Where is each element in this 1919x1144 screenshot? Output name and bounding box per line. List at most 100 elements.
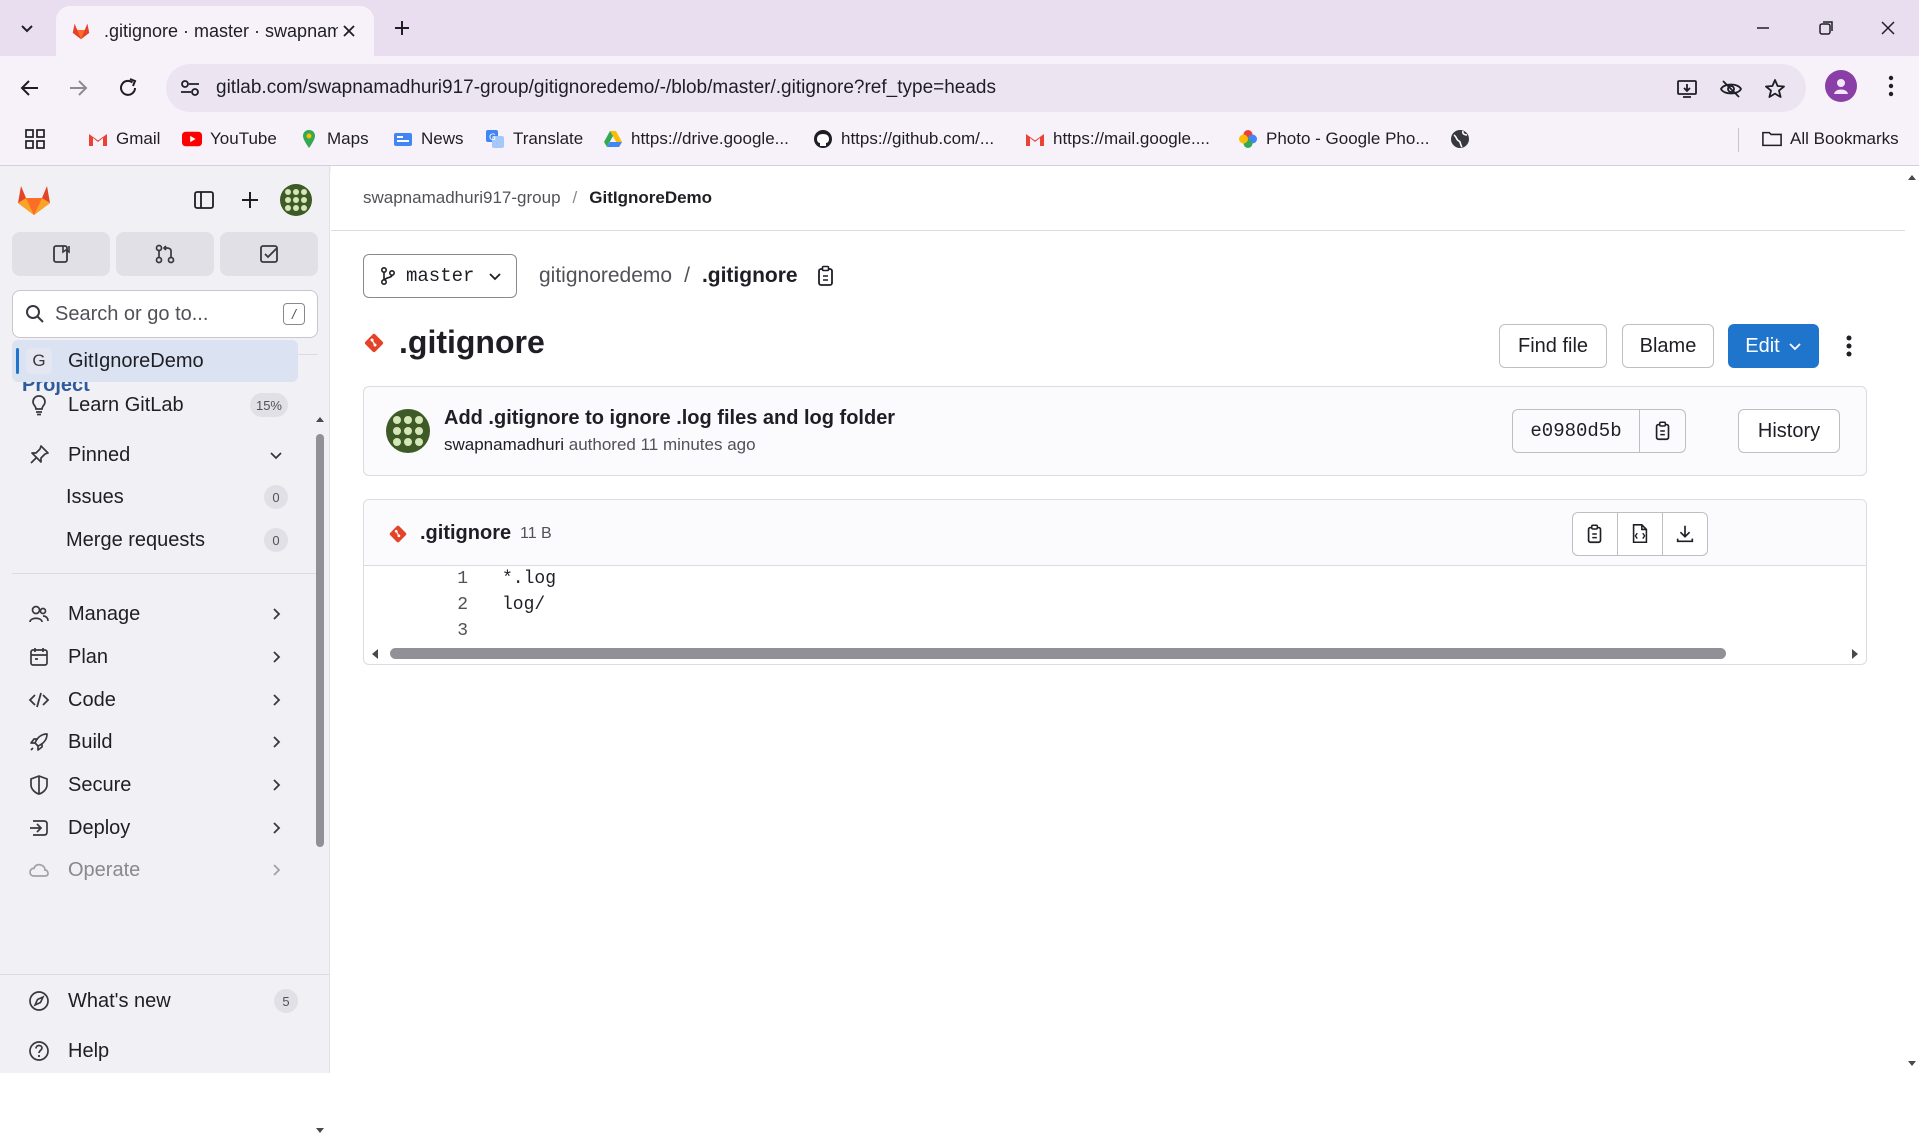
bookmark-mail[interactable]: https://mail.google.... <box>1025 126 1210 152</box>
bookmark-github[interactable]: https://github.com/... <box>813 126 994 152</box>
all-bookmarks[interactable]: All Bookmarks <box>1762 126 1899 152</box>
open-raw-icon[interactable] <box>1617 512 1663 556</box>
project-letter-avatar: G <box>26 348 52 374</box>
sidebar-item-learn-gitlab[interactable]: Learn GitLab 15% <box>12 384 298 426</box>
user-avatar[interactable] <box>280 184 312 216</box>
bookmark-photos[interactable]: Photo - Google Pho... <box>1238 126 1430 152</box>
breadcrumb-separator: / <box>572 188 578 207</box>
bookmark-translate[interactable]: G Translate <box>485 126 583 152</box>
assigned-issues-button[interactable] <box>12 232 110 276</box>
scroll-right-arrow-icon[interactable] <box>1850 648 1860 660</box>
sidebar-search[interactable]: Search or go to... / <box>12 290 318 338</box>
blob-file-size: 11 B <box>520 525 552 542</box>
find-file-button[interactable]: Find file <box>1499 324 1607 368</box>
breadcrumb-group[interactable]: swapnamadhuri917-group <box>363 188 561 208</box>
last-commit-panel: Add .gitignore to ignore .log files and … <box>363 386 1867 476</box>
bookmark-star-icon[interactable] <box>1762 76 1788 102</box>
main-content: swapnamadhuri917-group / GitIgnoreDemo m… <box>331 166 1907 1073</box>
sidebar-scrollbar[interactable] <box>314 414 326 1144</box>
site-settings-icon[interactable] <box>178 76 202 100</box>
install-app-icon[interactable] <box>1674 76 1700 102</box>
sidebar-item-plan[interactable]: Plan <box>12 636 298 678</box>
gitlab-logo-icon[interactable] <box>16 182 52 216</box>
copy-sha-icon[interactable] <box>1640 409 1686 453</box>
sidebar-item-pinned[interactable]: Pinned <box>12 434 298 476</box>
commit-author-avatar[interactable] <box>386 409 430 453</box>
sidebar-item-build[interactable]: Build <box>12 721 298 763</box>
sidebar-item-operate[interactable]: Operate <box>12 849 298 891</box>
commit-meta: swapnamadhuri authored 11 minutes ago <box>444 435 756 455</box>
users-icon <box>26 601 52 627</box>
more-actions-icon[interactable] <box>1835 324 1863 368</box>
code-scroll-thumb[interactable] <box>390 648 1726 659</box>
copy-contents-icon[interactable] <box>1572 512 1618 556</box>
browser-tab[interactable]: .gitignore · master · swapnamadhuri917-g… <box>56 6 374 56</box>
code-horizontal-scrollbar[interactable] <box>364 644 1866 664</box>
line-number[interactable]: 3 <box>364 621 484 641</box>
restore-window-icon[interactable] <box>1812 14 1840 42</box>
sidebar-item-issues[interactable]: Issues 0 <box>12 476 298 518</box>
branch-name: master <box>406 265 475 287</box>
bookmark-gmail[interactable]: Gmail <box>88 126 160 152</box>
merge-requests-button[interactable] <box>116 232 214 276</box>
bookmark-globe[interactable] <box>1450 126 1478 152</box>
sidebar-item-manage[interactable]: Manage <box>12 593 298 635</box>
profile-avatar-icon[interactable] <box>1825 70 1857 102</box>
scroll-up-arrow-icon[interactable] <box>315 414 325 424</box>
sidebar-item-secure[interactable]: Secure <box>12 764 298 806</box>
blame-button[interactable]: Blame <box>1622 324 1714 368</box>
apps-grid-icon[interactable] <box>24 126 46 152</box>
sidebar-item-code[interactable]: Code <box>12 679 298 721</box>
sidebar-item-deploy[interactable]: Deploy <box>12 807 298 849</box>
scroll-down-arrow-icon[interactable] <box>315 1126 325 1136</box>
sidebar-scroll-thumb[interactable] <box>316 434 324 847</box>
drive-icon <box>603 129 623 149</box>
history-button[interactable]: History <box>1738 409 1840 453</box>
path-repo-link[interactable]: gitignoredemo <box>539 264 672 288</box>
browser-menu-icon[interactable] <box>1876 70 1906 102</box>
tab-search-chevron-icon[interactable] <box>10 12 44 44</box>
bookmark-maps[interactable]: Maps <box>299 126 369 152</box>
back-icon[interactable] <box>12 70 48 106</box>
close-window-icon[interactable] <box>1874 14 1902 42</box>
scroll-down-arrow-icon[interactable] <box>1907 1059 1917 1069</box>
commit-sha[interactable]: e0980d5b <box>1512 409 1640 453</box>
new-tab-icon[interactable] <box>388 14 416 42</box>
edit-dropdown-button[interactable]: Edit <box>1728 324 1819 368</box>
reload-icon[interactable] <box>110 70 146 106</box>
bookmark-drive[interactable]: https://drive.google... <box>603 126 789 152</box>
line-number[interactable]: 2 <box>364 595 484 615</box>
eye-off-icon[interactable] <box>1718 76 1744 102</box>
sidebar-item-merge-requests[interactable]: Merge requests 0 <box>12 519 298 561</box>
url-text: gitlab.com/swapnamadhuri917-group/gitign… <box>216 77 996 98</box>
address-bar[interactable]: gitlab.com/swapnamadhuri917-group/gitign… <box>166 64 1806 112</box>
branch-selector[interactable]: master <box>363 254 517 298</box>
bookmark-youtube[interactable]: YouTube <box>182 126 277 152</box>
commit-message-link[interactable]: Add .gitignore to ignore .log files and … <box>444 407 895 430</box>
line-number[interactable]: 1 <box>364 569 484 589</box>
line-text: *.log <box>502 569 557 589</box>
commit-author-link[interactable]: swapnamadhuri <box>444 435 564 454</box>
download-icon[interactable] <box>1662 512 1708 556</box>
edit-label: Edit <box>1745 334 1780 357</box>
bookmark-news[interactable]: News <box>393 126 464 152</box>
deploy-icon <box>26 815 52 841</box>
copy-path-icon[interactable] <box>814 264 838 288</box>
todo-list-button[interactable] <box>220 232 318 276</box>
create-new-icon[interactable] <box>236 186 264 214</box>
sidebar-item-label: GitIgnoreDemo <box>68 349 204 372</box>
minimize-window-icon[interactable] <box>1749 14 1777 42</box>
sidebar-item-whats-new[interactable]: What's new 5 <box>12 980 298 1022</box>
close-tab-icon[interactable] <box>338 20 360 42</box>
breadcrumb-project[interactable]: GitIgnoreDemo <box>589 188 712 208</box>
chevron-right-icon <box>266 690 286 710</box>
page-scrollbar[interactable] <box>1905 166 1919 1073</box>
tab-title: .gitignore · master · swapnamadhuri917-g… <box>104 20 338 41</box>
sidebar-toggle-icon[interactable] <box>190 186 218 214</box>
scroll-up-arrow-icon[interactable] <box>1907 172 1917 182</box>
forward-icon[interactable] <box>60 70 96 106</box>
scroll-left-arrow-icon[interactable] <box>370 648 380 660</box>
commit-time: authored 11 minutes ago <box>568 435 756 454</box>
sidebar-item-gitignoredemo[interactable]: G GitIgnoreDemo <box>12 340 298 382</box>
sidebar-item-help[interactable]: Help <box>12 1030 298 1072</box>
